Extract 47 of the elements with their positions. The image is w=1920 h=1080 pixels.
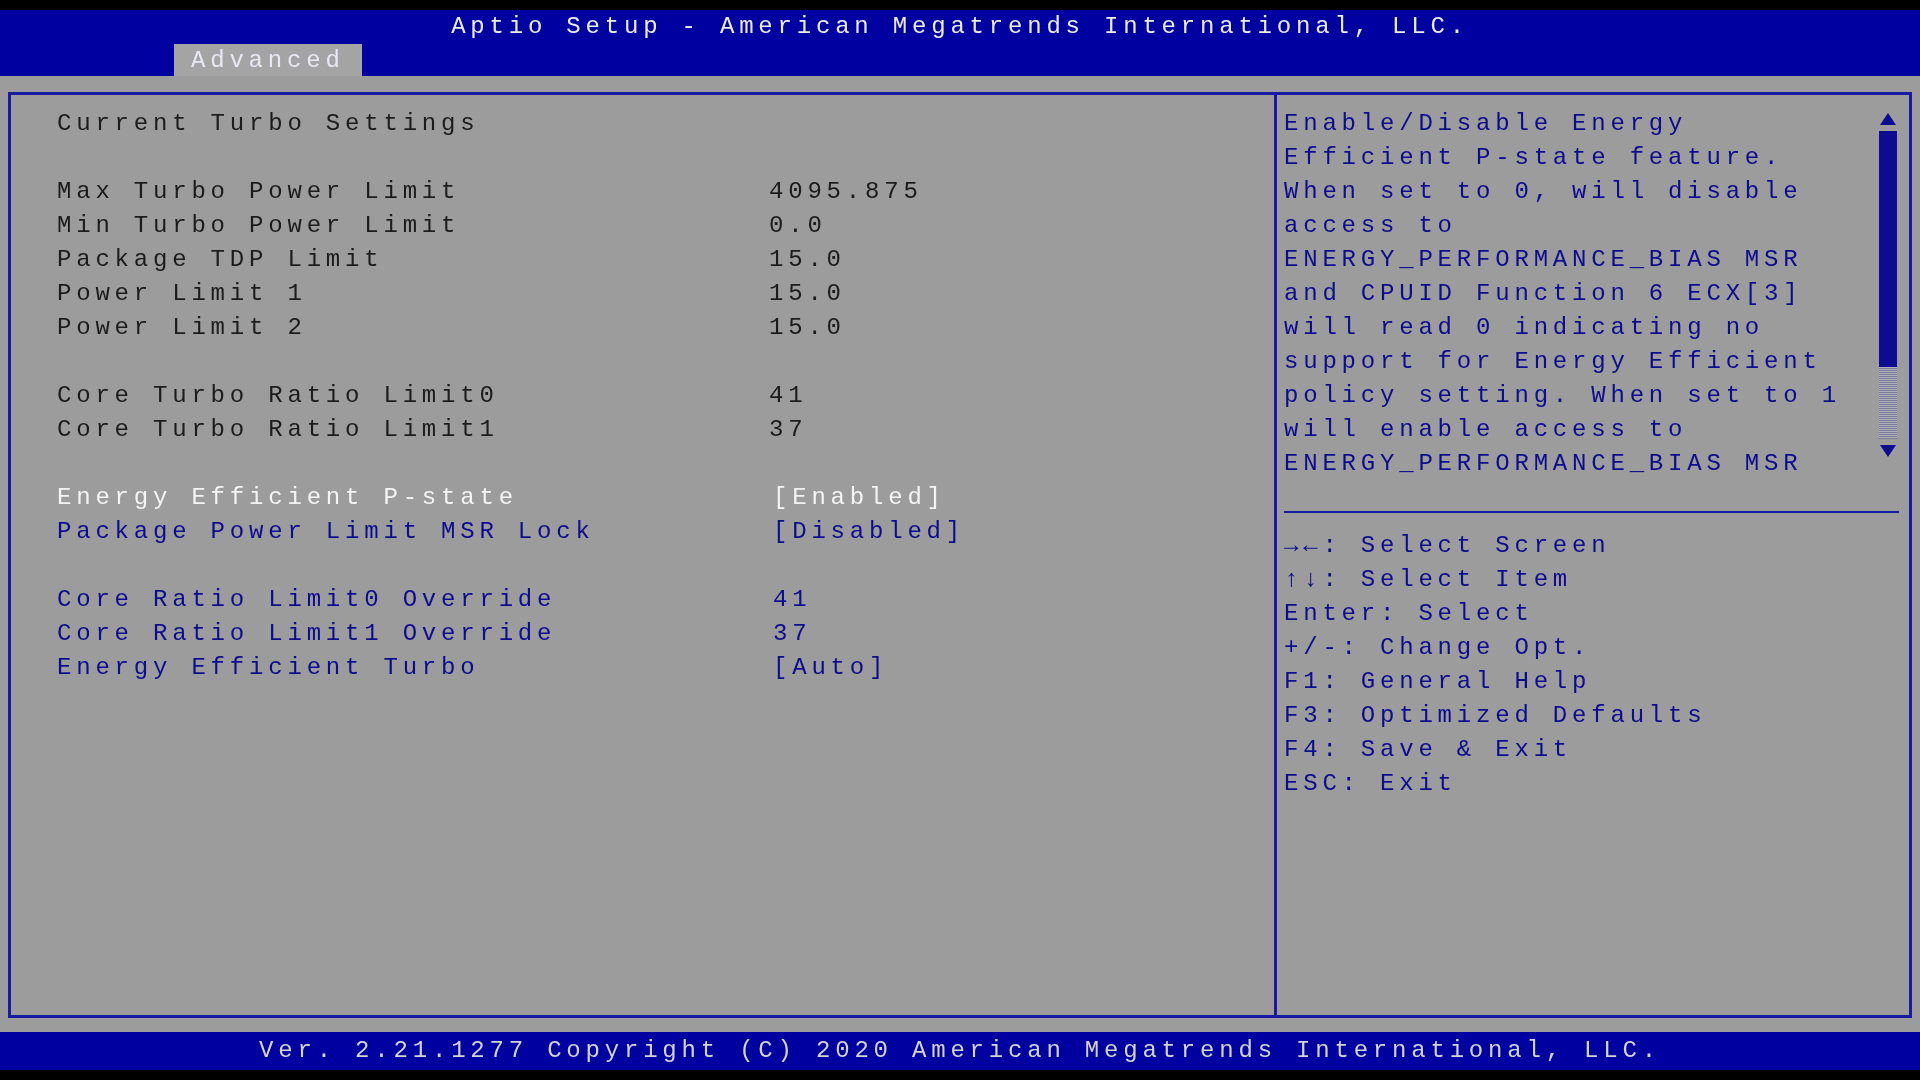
key-help-text: F3: Optimized Defaults <box>1284 701 1708 731</box>
section-heading: Current Turbo Settings <box>57 109 481 139</box>
setting-value[interactable]: 41 <box>773 583 812 617</box>
key-help-text: ESC: Exit <box>1284 769 1458 799</box>
setting-value: 4095.875 <box>769 177 923 207</box>
setting-label: Min Turbo Power Limit <box>57 211 462 241</box>
setting-label[interactable]: Energy Efficient Turbo <box>57 651 769 685</box>
help-text: ENERGY_PERFORMANCE_BIAS MSR <box>1284 245 1804 275</box>
setting-value: 41 <box>769 381 808 411</box>
setting-value: 15.0 <box>769 245 846 275</box>
setting-label[interactable]: Core Ratio Limit1 Override <box>57 617 769 651</box>
help-text: ENERGY_PERFORMANCE_BIAS MSR <box>1284 449 1804 479</box>
setting-value[interactable]: [Disabled] <box>773 515 966 549</box>
key-help-text: +/-: Change Opt. <box>1284 633 1593 663</box>
setting-value: 15.0 <box>769 279 846 309</box>
help-text: access to <box>1284 211 1458 241</box>
footer-text: Ver. 2.21.1277 Copyright (C) 2020 American Megatrends International, LLC. <box>259 1036 1661 1066</box>
setting-label: Max Turbo Power Limit <box>57 177 462 207</box>
help-text: Enable/Disable Energy <box>1284 109 1689 139</box>
setting-value: 0.0 <box>769 211 827 241</box>
setting-value: 37 <box>769 415 808 445</box>
help-text: Efficient P-state feature. <box>1284 143 1785 173</box>
setting-value[interactable]: [Auto] <box>773 651 889 685</box>
key-help-text: F4: Save & Exit <box>1284 735 1574 765</box>
setting-label: Package TDP Limit <box>57 245 385 275</box>
key-help-text: ↑↓: Select Item <box>1284 565 1574 595</box>
scroll-thumb[interactable] <box>1879 131 1897 367</box>
scroll-up-icon[interactable] <box>1880 113 1896 125</box>
help-text: and CPUID Function 6 ECX[3] <box>1284 279 1804 309</box>
setting-label[interactable]: Package Power Limit MSR Lock <box>57 515 769 549</box>
setting-label: Core Turbo Ratio Limit1 <box>57 415 500 445</box>
setting-value[interactable]: 37 <box>773 617 812 651</box>
key-help-text: F1: General Help <box>1284 667 1593 697</box>
key-help-text: →←: Select Screen <box>1284 531 1612 561</box>
setting-label: Power Limit 2 <box>57 313 308 343</box>
setting-label: Power Limit 1 <box>57 279 308 309</box>
setting-label: Core Turbo Ratio Limit0 <box>57 381 500 411</box>
scroll-down-icon[interactable] <box>1880 445 1896 457</box>
setting-label[interactable]: Core Ratio Limit0 Override <box>57 583 769 617</box>
window-title: Aptio Setup - American Megatrends International, LLC. <box>451 12 1469 42</box>
help-text: When set to 0, will disable <box>1284 177 1804 207</box>
help-text: support for Energy Efficient <box>1284 347 1823 377</box>
key-help-text: Enter: Select <box>1284 599 1535 629</box>
help-text: will read 0 indicating no <box>1284 313 1766 343</box>
help-text: policy setting. When set to 1 <box>1284 381 1842 411</box>
setting-value: 15.0 <box>769 313 846 343</box>
help-text: will enable access to <box>1284 415 1689 445</box>
